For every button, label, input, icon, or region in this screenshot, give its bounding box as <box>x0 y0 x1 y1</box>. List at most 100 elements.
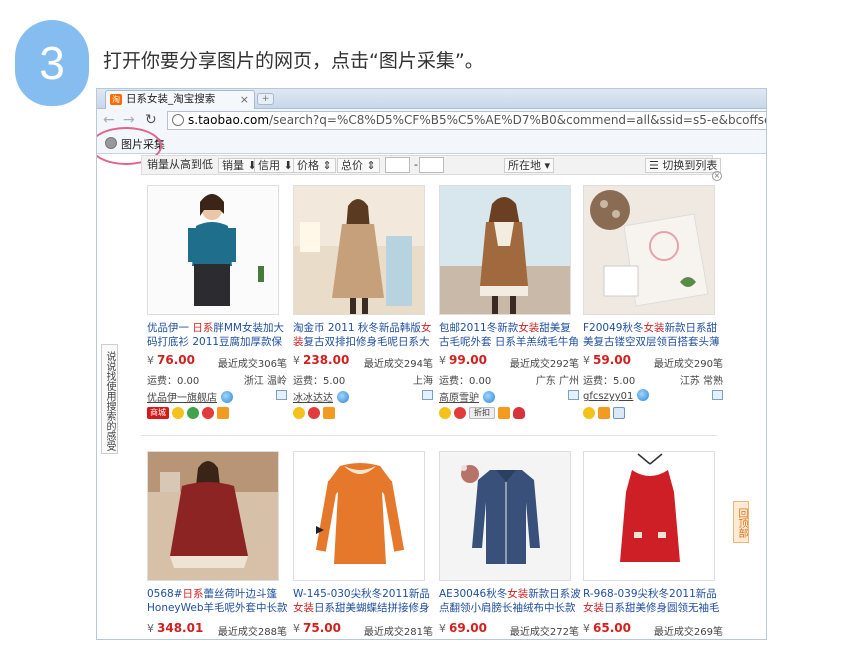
sort-total-price-button[interactable]: 总价 ⇕ <box>337 158 380 173</box>
product-card[interactable]: 包邮2011冬新款女装甜美复古毛呢外套 日系羊羔绒毛牛角扣 ¥99.00 最近成… <box>439 185 579 425</box>
product-image[interactable] <box>583 185 715 315</box>
product-image[interactable] <box>147 185 279 315</box>
wangwang-chat-icon[interactable] <box>483 391 495 403</box>
seller-label: gfcszyy01 <box>583 391 634 402</box>
chevron-down-icon: ▾ <box>544 159 551 172</box>
guarantee-icon <box>583 407 595 419</box>
product-price: ¥99.00 <box>439 353 487 367</box>
product-card[interactable]: 优品伊一 日系胖MM女装加大码打底衫 2011豆腐加厚款保暖高 ¥76.00 最… <box>147 185 287 425</box>
product-title[interactable]: 优品伊一 日系胖MM女装加大码打底衫 2011豆腐加厚款保暖高 <box>147 321 289 349</box>
guarantee-icon <box>439 407 451 419</box>
contact-card-icon[interactable] <box>712 390 723 400</box>
product-title[interactable]: R-968-039尖秋冬2011新品女装日系甜美修身圆领无袖毛呢连衣 <box>583 587 725 615</box>
currency-symbol: ¥ <box>583 354 590 367</box>
contact-card-icon[interactable] <box>276 390 287 400</box>
currency-symbol: ¥ <box>293 354 300 367</box>
bookmarks-bar: 图片采集 <box>97 132 766 154</box>
close-tab-icon[interactable]: × <box>240 91 249 108</box>
wangwang-chat-icon[interactable] <box>637 389 650 401</box>
step-instruction: 打开你要分享图片的网页，点击“图片采集”。 <box>103 50 484 72</box>
fast-ship-icon <box>308 407 320 419</box>
seller-label: 高原雪驴 <box>439 393 479 404</box>
taobao-favicon-icon: 淘 <box>110 94 122 105</box>
back-arrow-icon[interactable]: ← <box>103 112 115 128</box>
price-value: 59.00 <box>593 353 631 367</box>
location-label: 所在地 <box>508 159 541 172</box>
product-title[interactable]: 淘金币 2011 秋冬新品韩版女装复古双排扣修身毛呢日系大衣外 <box>293 321 435 349</box>
contact-card-icon[interactable] <box>568 390 579 400</box>
product-card[interactable]: W-145-030尖秋冬2011新品女装日系甜美蝴蝶结拼接修身长款 ¥75.00… <box>293 451 435 639</box>
product-image[interactable] <box>439 451 571 581</box>
product-card[interactable]: F20049秋冬女装新款日系甜美复古镂空双层领百搭套头薄款打底针 ¥59.00 … <box>583 185 723 425</box>
title-keyword: 女装 <box>518 322 540 334</box>
seller-name[interactable]: gfcszyy01 <box>583 389 650 402</box>
currency-symbol: ¥ <box>147 354 154 367</box>
sales-count: 最近成交272笔 <box>509 627 579 638</box>
sort-bar: 销量从高到低 销量 ⬇ 信用 ⬇ 价格 ⇕ 总价 ⇕ - 所在地 ▾ ☰ 切换到… <box>141 155 722 175</box>
price-max-input[interactable] <box>419 157 444 173</box>
product-image[interactable] <box>293 451 425 581</box>
title-part: W-145-030尖秋冬2011新品 <box>293 588 430 600</box>
service-badges: 折扣 <box>439 407 528 419</box>
address-bar[interactable]: s.taobao.com/search?q=%C8%D5%CF%B5%C5%AE… <box>167 111 766 130</box>
forward-arrow-icon[interactable]: → <box>123 112 135 128</box>
product-title[interactable]: W-145-030尖秋冬2011新品女装日系甜美蝴蝶结拼接修身长款 <box>293 587 435 615</box>
product-card[interactable]: 0568#日系蕾丝荷叶边斗篷 HoneyWeb羊毛呢外套中长款保暖 ¥348.0… <box>147 451 289 639</box>
tab-taobao-search[interactable]: 淘 日系女装_淘宝搜索 × <box>105 90 255 109</box>
product-title[interactable]: AE30046秋冬女装新款日系波点翻领小肩膀长袖绒布中长款衬衫 <box>439 587 581 615</box>
credit-card-icon <box>217 407 229 419</box>
fast-ship-icon <box>202 407 214 419</box>
product-photo-woman-teal-sweater <box>148 186 278 314</box>
shipping-fee: 运费：0.00 <box>439 376 492 387</box>
price-min-input[interactable] <box>385 157 410 173</box>
product-card[interactable]: AE30046秋冬女装新款日系波点翻领小肩膀长袖绒布中长款衬衫 ¥69.00 最… <box>439 451 581 639</box>
product-price: ¥76.00 <box>147 353 195 367</box>
navigation-bar: ← → ↻ s.taobao.com/search?q=%C8%D5%CF%B5… <box>97 109 766 132</box>
close-icon[interactable]: × <box>712 171 722 181</box>
sort-updown-icon: ⇕ <box>322 159 332 172</box>
step-number-badge: 3 <box>15 20 89 106</box>
product-image[interactable] <box>147 451 279 581</box>
product-image[interactable] <box>439 185 571 315</box>
new-tab-button[interactable]: + <box>257 93 274 105</box>
seller-label: 优品伊一旗舰店 <box>147 393 217 404</box>
sort-credit-button[interactable]: 信用 ⬇ <box>254 158 297 173</box>
service-badges <box>583 407 628 419</box>
url-host: s.taobao.com <box>188 113 270 127</box>
title-part: 复古双排扣修身毛呢日系大衣外 <box>303 336 430 348</box>
product-photo-red-lace-cape <box>148 452 278 580</box>
wangwang-chat-icon[interactable] <box>221 391 233 403</box>
title-keyword: 女装 <box>293 602 314 614</box>
credit-card-icon <box>598 407 610 419</box>
wangwang-chat-icon[interactable] <box>337 391 349 403</box>
product-photo-woman-camel-coat <box>294 186 424 314</box>
product-title[interactable]: 包邮2011冬新款女装甜美复古毛呢外套 日系羊羔绒毛牛角扣 <box>439 321 581 349</box>
location-select[interactable]: 所在地 ▾ <box>504 158 555 173</box>
product-title[interactable]: F20049秋冬女装新款日系甜美复古镂空双层领百搭套头薄款打底针 <box>583 321 725 349</box>
contact-card-icon[interactable] <box>422 390 433 400</box>
tab-bar: 淘 日系女装_淘宝搜索 × + <box>97 89 766 109</box>
product-card[interactable]: 淘金币 2011 秋冬新品韩版女装复古双排扣修身毛呢日系大衣外 ¥238.00 … <box>293 185 433 425</box>
feedback-tab[interactable]: 说说找使用搜索的感受 <box>101 344 118 454</box>
seller-name[interactable]: 优品伊一旗舰店 <box>147 389 233 404</box>
currency-symbol: ¥ <box>439 622 446 635</box>
credit-card-icon <box>323 407 335 419</box>
seller-location: 江苏 常熟 <box>679 376 723 387</box>
list-view-label: 切换到列表 <box>662 159 718 172</box>
product-card[interactable]: R-968-039尖秋冬2011新品女装日系甜美修身圆领无袖毛呢连衣 ¥65.0… <box>583 451 725 639</box>
service-badges: 商城 <box>147 407 232 419</box>
price-value: 238.00 <box>303 353 350 367</box>
reload-icon[interactable]: ↻ <box>145 112 157 128</box>
back-to-top-button[interactable]: 回顶部 <box>733 501 749 543</box>
product-image[interactable] <box>583 451 715 581</box>
switch-list-view-button[interactable]: ☰ 切换到列表 <box>645 158 722 173</box>
product-image[interactable] <box>293 185 425 315</box>
shipping-fee: 运费：5.00 <box>583 376 636 387</box>
product-photo-knit-sweater-flatlay <box>584 186 714 314</box>
sort-price-button[interactable]: 价格 ⇕ <box>293 158 336 173</box>
sort-total-label: 总价 <box>341 159 363 172</box>
discount-tag: 折扣 <box>469 407 495 419</box>
product-title[interactable]: 0568#日系蕾丝荷叶边斗篷 HoneyWeb羊毛呢外套中长款保暖 <box>147 587 289 615</box>
seller-name[interactable]: 高原雪驴 <box>439 389 495 404</box>
seller-name[interactable]: 冰冰达达 <box>293 389 349 404</box>
